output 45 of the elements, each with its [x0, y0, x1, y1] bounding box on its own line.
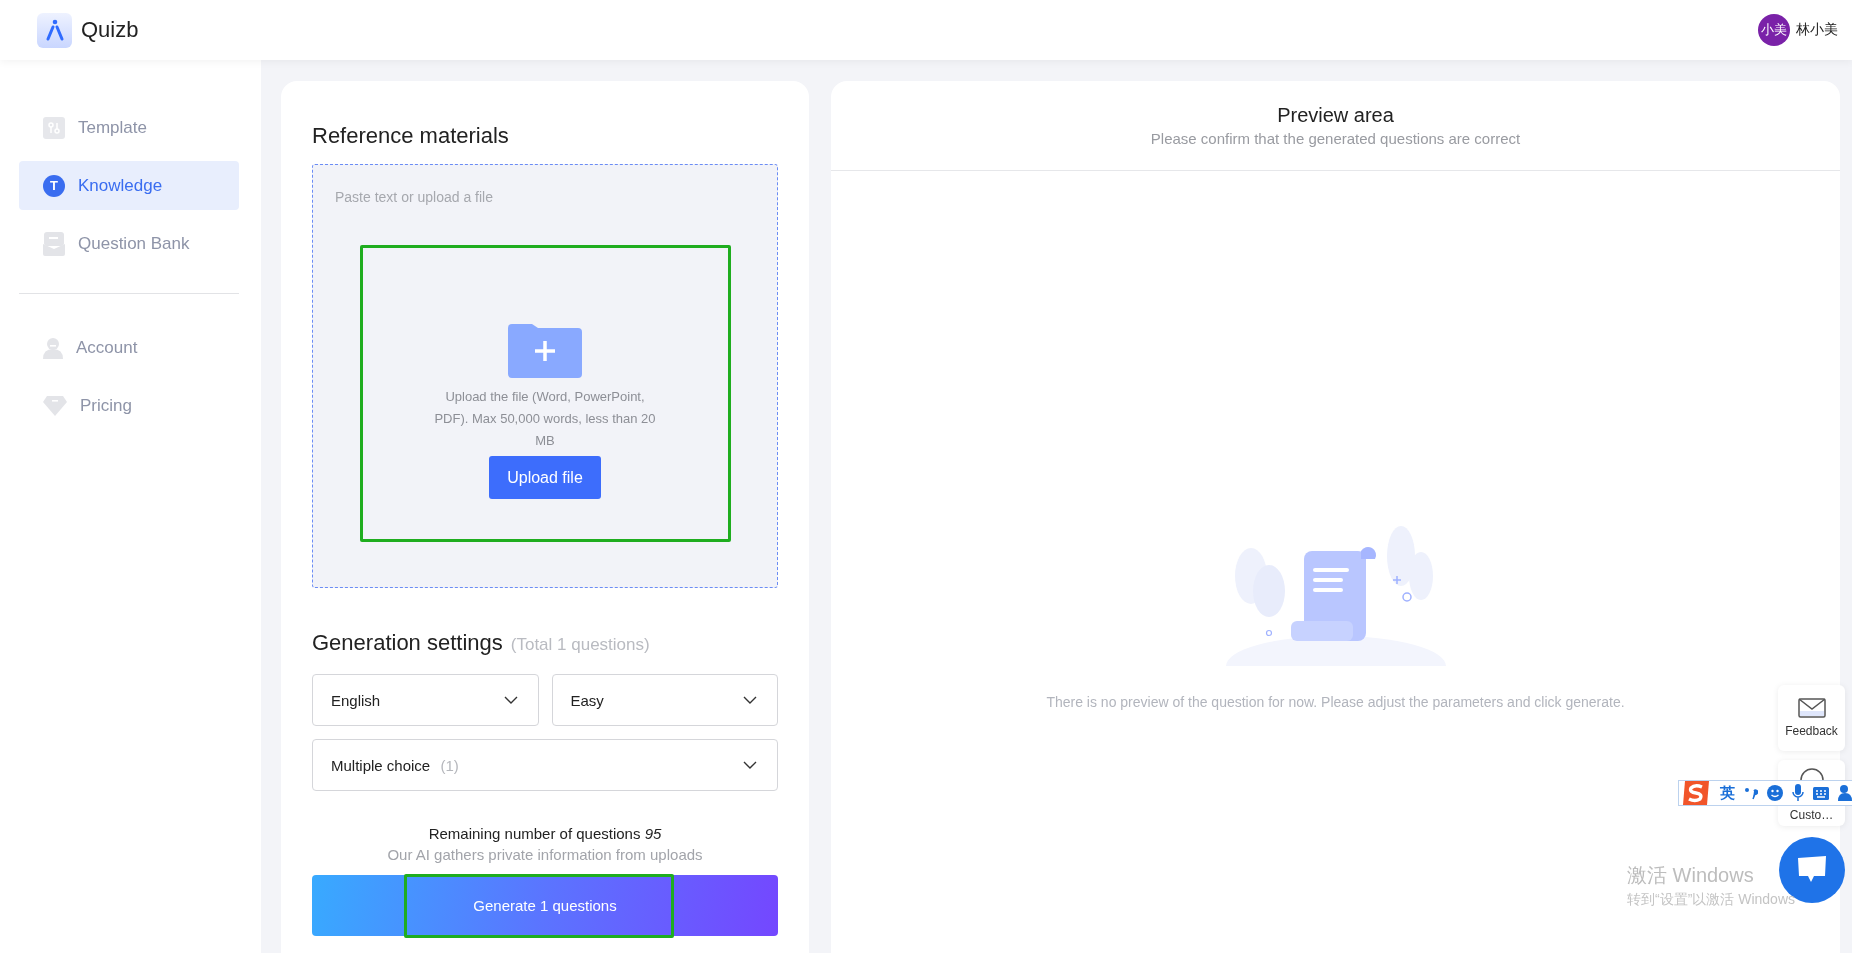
keyboard-icon[interactable] [1813, 786, 1829, 800]
sidebar-item[interactable]: Template [19, 103, 239, 152]
person-icon [43, 336, 63, 359]
activation-title: 激活 Windows [1627, 863, 1755, 888]
template-icon [43, 116, 65, 139]
microphone-icon[interactable] [1792, 784, 1804, 802]
chat-bubble-icon [1796, 856, 1828, 884]
sidebar-item[interactable]: Account [19, 323, 239, 372]
user-name[interactable]: 林小美 [1796, 21, 1838, 39]
folder-plus-icon [508, 324, 582, 378]
knowledge-icon: T [43, 174, 65, 197]
chevron-down-icon [743, 761, 757, 769]
upload-hint: Upload the file (Word, PowerPoint, PDF). Max 50,000 words, less than 20 MB [433, 388, 657, 450]
placeholder-text: Paste text or upload a file [335, 189, 493, 205]
section-title: Generation settings [312, 630, 503, 656]
upload-file-button[interactable]: Upload file [489, 456, 601, 499]
dropdown[interactable]: English [312, 674, 539, 726]
privacy-note: Our AI gathers private information from uploads [386, 846, 704, 863]
chevron-down-icon [743, 696, 757, 704]
punctuation-icon[interactable] [1744, 786, 1758, 800]
empty-message: There is no preview of the question for now. Please adjust the parameters and click generate. [1046, 694, 1625, 710]
user-avatar[interactable]: 小美 [1758, 14, 1790, 46]
chevron-down-icon [503, 696, 518, 704]
activation-message: 转到“设置”以激活 Windows [1627, 891, 1795, 909]
logo-text: Quizb [81, 17, 139, 43]
dropdown[interactable]: Easy [551, 674, 778, 726]
side-widget-button[interactable]: Feedback [1778, 685, 1845, 751]
total-count: (Total 1 questions) [510, 635, 650, 655]
emoji-icon[interactable] [1767, 785, 1783, 801]
generate-button[interactable]: Generate 1 questions [312, 875, 778, 936]
mail-icon [1797, 698, 1826, 718]
sidebar-item[interactable]: T Knowledge [19, 161, 239, 210]
diamond-icon [43, 395, 67, 416]
paste-area[interactable]: Paste text or upload a file Upload the file (Word, PowerPoint, PDF). Max 50,000 words, less than 20 MB Upload file [312, 164, 778, 588]
preview-subtitle: Please confirm that the generated questions are correct [1150, 130, 1521, 147]
remaining-count: Remaining number of questions 95 [427, 825, 663, 842]
logo-icon [37, 12, 72, 48]
section-title: Reference materials [312, 123, 510, 149]
sidebar-item[interactable]: Pricing [19, 381, 239, 430]
sidebar-item[interactable]: Question Bank [19, 219, 239, 268]
tray-icon [43, 231, 65, 256]
ime-mode[interactable]: 英 [1720, 783, 1735, 803]
preview-title: Preview area [1277, 104, 1394, 127]
question-type-dropdown[interactable]: Multiple choice (1) [312, 739, 778, 791]
user-icon[interactable] [1838, 785, 1852, 801]
